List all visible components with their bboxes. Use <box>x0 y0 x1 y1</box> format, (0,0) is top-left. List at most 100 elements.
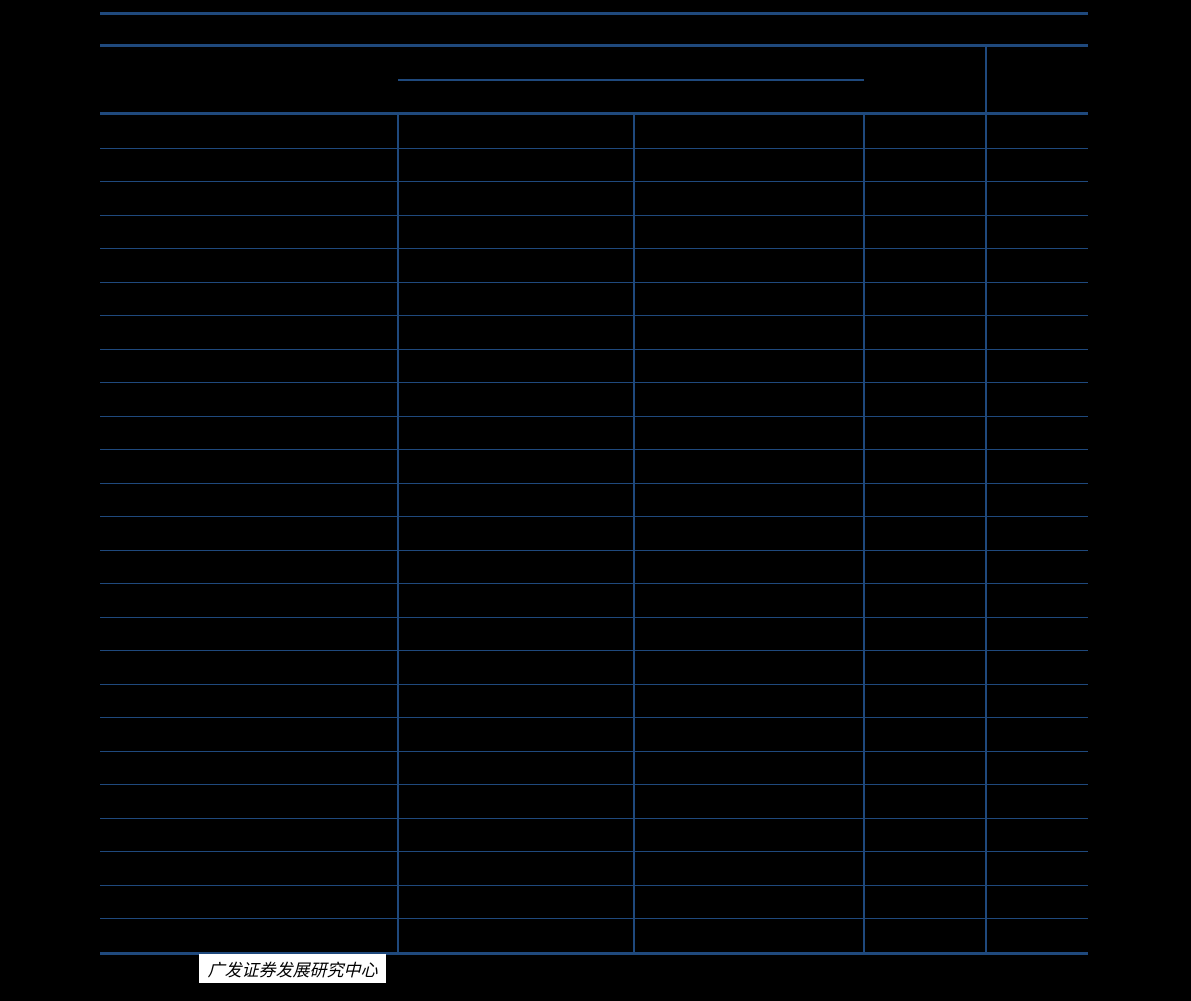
table-row <box>100 182 1088 216</box>
table-cell <box>100 551 398 584</box>
table-cell <box>100 249 398 282</box>
table-cell <box>986 618 1088 651</box>
table-cell <box>864 383 986 416</box>
table-column-separator-line <box>863 115 865 952</box>
table-cell <box>864 819 986 852</box>
table-cell <box>634 450 864 483</box>
table-row <box>100 484 1088 518</box>
source-attribution-text: 广发证券发展研究中心 <box>207 961 378 981</box>
table-row <box>100 216 1088 250</box>
table-cell <box>864 283 986 316</box>
table-cell <box>634 584 864 617</box>
table-cell <box>100 852 398 885</box>
table-cell <box>398 685 634 718</box>
table-cell <box>398 819 634 852</box>
table-column-separator-line <box>633 115 635 952</box>
table-cell <box>634 417 864 450</box>
table-cell <box>100 584 398 617</box>
table-cell <box>986 718 1088 751</box>
table-cell <box>864 785 986 818</box>
table-row <box>100 584 1088 618</box>
table-column-separator-line <box>397 115 399 952</box>
table-row <box>100 919 1088 952</box>
table-cell <box>986 785 1088 818</box>
table-cell <box>100 618 398 651</box>
table-cell <box>398 182 634 215</box>
table-cell <box>634 383 864 416</box>
table-cell <box>398 383 634 416</box>
table-cell <box>634 785 864 818</box>
table-cell <box>398 417 634 450</box>
table-cell <box>634 115 864 148</box>
table-row <box>100 316 1088 350</box>
table-cell <box>100 919 398 952</box>
table-cell <box>864 115 986 148</box>
top-rule-primary <box>100 12 1088 15</box>
table-row <box>100 852 1088 886</box>
table-cell <box>634 249 864 282</box>
table-cell <box>864 618 986 651</box>
table-cell <box>986 182 1088 215</box>
document-page: 广发证券发展研究中心 <box>0 0 1191 1001</box>
table-cell <box>864 450 986 483</box>
table-row <box>100 685 1088 719</box>
table-cell <box>100 685 398 718</box>
table-cell <box>398 283 634 316</box>
table-cell <box>864 718 986 751</box>
table-cell <box>100 283 398 316</box>
table-cell <box>100 785 398 818</box>
table-cell <box>100 216 398 249</box>
table-cell <box>864 484 986 517</box>
table-cell <box>864 149 986 182</box>
table-cell <box>100 651 398 684</box>
table-cell <box>634 685 864 718</box>
header-span-underline <box>398 79 864 81</box>
table-cell <box>864 886 986 919</box>
table-row <box>100 149 1088 183</box>
table-cell <box>634 886 864 919</box>
table-cell <box>398 886 634 919</box>
table-cell <box>100 115 398 148</box>
table-cell <box>986 517 1088 550</box>
table-cell <box>864 919 986 952</box>
table-cell <box>634 551 864 584</box>
table-cell <box>634 283 864 316</box>
table-row <box>100 249 1088 283</box>
table-cell <box>986 651 1088 684</box>
table-row <box>100 752 1088 786</box>
table-cell <box>100 718 398 751</box>
table-cell <box>986 450 1088 483</box>
table-cell <box>398 450 634 483</box>
table-cell <box>398 718 634 751</box>
table-cell <box>398 484 634 517</box>
table-cell <box>864 584 986 617</box>
table-cell <box>864 852 986 885</box>
table-cell <box>398 149 634 182</box>
table-row <box>100 115 1088 149</box>
table-row <box>100 718 1088 752</box>
table-cell <box>986 919 1088 952</box>
table-cell <box>100 383 398 416</box>
table-cell <box>398 517 634 550</box>
table-cell <box>634 149 864 182</box>
table-cell <box>986 852 1088 885</box>
source-attribution-label: 广发证券发展研究中心 <box>199 954 386 983</box>
table-cell <box>100 316 398 349</box>
table-cell <box>398 785 634 818</box>
table-cell <box>986 316 1088 349</box>
table-cell <box>634 316 864 349</box>
table-cell <box>986 383 1088 416</box>
table-cell <box>864 651 986 684</box>
table-cell <box>864 752 986 785</box>
table-cell <box>986 115 1088 148</box>
table-cell <box>634 484 864 517</box>
table-cell <box>986 752 1088 785</box>
table-cell <box>986 350 1088 383</box>
table-cell <box>864 551 986 584</box>
table-cell <box>398 115 634 148</box>
table-row <box>100 819 1088 853</box>
table-body <box>100 115 1088 952</box>
table-cell <box>864 182 986 215</box>
table-cell <box>864 517 986 550</box>
table-cell <box>398 852 634 885</box>
